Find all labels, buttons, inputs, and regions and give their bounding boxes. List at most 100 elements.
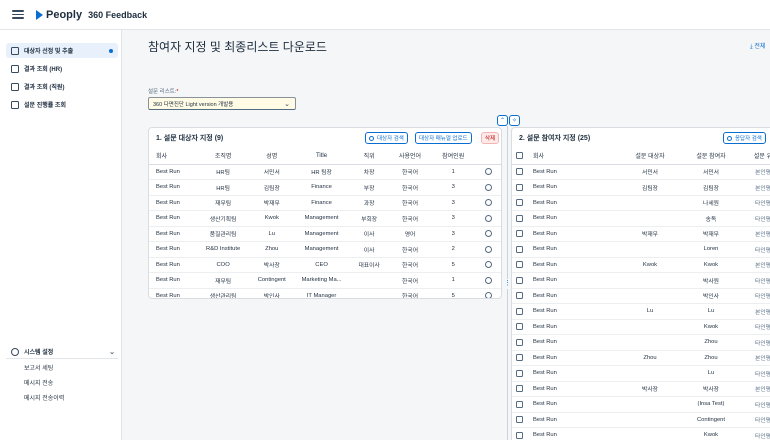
splitter-grip-icon[interactable]: ⋮⋮ (504, 279, 518, 289)
row-checkbox[interactable] (515, 385, 523, 393)
sidebar-subitem-send-message[interactable]: 메시지 전송 (24, 378, 53, 387)
table-row[interactable]: Best Run 박인사 타인평 (512, 288, 770, 304)
table-row[interactable]: Best Run 재무팀 박재무 Finance 과장 한국어 3 (149, 195, 501, 211)
column-header[interactable] (474, 148, 501, 165)
table-row[interactable]: Best Run HR팀 김팀장 Finance 부장 한국어 3 (149, 179, 501, 196)
table-cell: 한국어 (387, 272, 433, 289)
table-row[interactable]: Best Run 김팀장 김팀장 본인평 (512, 179, 770, 196)
row-checkbox[interactable] (515, 245, 523, 253)
column-header[interactable]: 조직명 (195, 148, 251, 165)
row-checkbox[interactable] (515, 431, 523, 439)
table-row[interactable]: Best Run HR팀 서민서 HR 팀장 차장 한국어 1 (149, 164, 501, 180)
table-row[interactable]: Best Run Kwok 타인평 (512, 319, 770, 335)
row-checkbox[interactable] (515, 416, 523, 424)
row-checkbox[interactable] (515, 292, 523, 300)
row-checkbox[interactable] (515, 369, 523, 377)
table-row[interactable]: Best Run Contingent 타인평 (512, 412, 770, 428)
row-checkbox[interactable] (515, 230, 523, 238)
app-title: 360 Feedback (88, 9, 148, 20)
button-label: 대상자 검색 (377, 136, 404, 142)
column-header[interactable]: 설문 참여자 (678, 148, 744, 165)
table-row[interactable]: Best Run Kwok 타인평 (512, 427, 770, 440)
row-checkbox[interactable] (515, 168, 523, 176)
survey-select[interactable]: 360 다면진단 Light version 개발용 ⌄ (148, 97, 296, 110)
table-cell: 품질관리팀 (195, 226, 251, 242)
sidebar-item-system-settings[interactable]: 시스템 설정 ⌄ (11, 347, 115, 356)
row-radio[interactable] (485, 276, 493, 284)
table-row[interactable]: Best Run 박사원 타인평 (512, 272, 770, 289)
table-row[interactable]: Best Run Loren 타인평 (512, 241, 770, 258)
sidebar-item-results-employee[interactable]: 결과 조회 (직원) (6, 79, 118, 94)
row-radio[interactable] (485, 214, 493, 222)
row-checkbox[interactable] (515, 199, 523, 207)
row-radio[interactable] (485, 183, 493, 191)
select-all-checkbox[interactable] (515, 152, 523, 160)
column-header[interactable]: 성명 (250, 148, 293, 165)
delete-button[interactable]: 삭제 (481, 132, 500, 144)
row-checkbox[interactable] (515, 307, 523, 315)
table-row[interactable]: Best Run 서민서 서민서 본인평 (512, 164, 770, 180)
row-checkbox[interactable] (515, 400, 523, 408)
row-radio[interactable] (485, 292, 493, 298)
sidebar-item-results-hr[interactable]: 결과 조회 (HR) (6, 61, 118, 76)
sidebar-subitem-report-settings[interactable]: 보고서 세팅 (24, 363, 53, 372)
table-row[interactable]: Best Run 나세원 타인평 (512, 195, 770, 211)
row-radio[interactable] (485, 168, 493, 176)
column-header[interactable]: 설문 유 (744, 148, 770, 165)
table-cell: R&D Institute (195, 241, 251, 258)
table-row[interactable]: Best Run 품질관리팀 Lu Management 이사 영어 3 (149, 226, 501, 242)
row-radio[interactable] (485, 245, 493, 253)
sidebar-item-progress[interactable]: 설문 진행률 조회 (6, 97, 118, 112)
row-radio[interactable] (485, 199, 493, 207)
row-checkbox[interactable] (515, 323, 523, 331)
row-checkbox[interactable] (515, 276, 523, 284)
table-row[interactable]: Best Run 생산관리팀 박인사 IT Manager 한국어 5 (149, 288, 501, 298)
table-row[interactable]: Best Run 재무팀 Contingent Marketing Ma... 한국어 1 (149, 272, 501, 289)
table-row[interactable]: Best Run (Insa Test) 타인평 (512, 396, 770, 413)
table-row[interactable]: Best Run Lu Lu 본인평 (512, 303, 770, 320)
row-checkbox[interactable] (515, 214, 523, 222)
table-cell: 서민서 (622, 164, 678, 180)
row-radio[interactable] (485, 230, 493, 238)
row-select-cell (512, 427, 526, 440)
table-row[interactable]: Best Run 박재무 박재무 본인평 (512, 226, 770, 242)
respondent-search-button[interactable]: 응답자 검색 (723, 132, 766, 144)
row-checkbox[interactable] (515, 354, 523, 362)
table-row[interactable]: Best Run Kwok Kwok 본인평 (512, 257, 770, 273)
clock-icon (11, 100, 19, 109)
manual-upload-button[interactable]: 대상자 매뉴얼 업로드 (415, 132, 472, 144)
table-row[interactable]: Best Run 생산기획팀 Kwok Management 부회장 한국어 3 (149, 210, 501, 227)
download-all-button[interactable]: ⤓ 전체 (750, 41, 765, 51)
row-select-cell (512, 288, 526, 304)
column-header[interactable]: Title (292, 148, 351, 165)
table-row[interactable]: Best Run R&D Institute Zhou Management 이사 한국어… (149, 241, 501, 258)
chevron-down-icon[interactable]: ⌄ (109, 348, 115, 356)
target-search-button[interactable]: 대상자 검색 (365, 132, 408, 144)
table-row[interactable]: Best Run 박사장 박사장 본인평 (512, 381, 770, 397)
column-header[interactable]: 직위 (350, 148, 388, 165)
sidebar-item-target-selection[interactable]: 대상자 선정 및 추출 (6, 43, 118, 58)
table-cell: 타인평 (744, 272, 770, 289)
column-header[interactable]: 설문 대상자 (622, 148, 678, 165)
column-header[interactable]: 사용언어 (387, 148, 433, 165)
table-row[interactable]: Best Run COO 박사장 CEO 대표이사 한국어 5 (149, 257, 501, 273)
row-checkbox[interactable] (515, 338, 523, 346)
row-select-cell (512, 319, 526, 335)
column-header[interactable]: 회사 (149, 148, 196, 165)
row-radio[interactable] (485, 261, 493, 269)
table-row[interactable]: Best Run Lu 타인평 (512, 365, 770, 382)
table-cell: 박사장 (678, 381, 744, 397)
table-row[interactable]: Best Run Zhou Zhou 본인평 (512, 350, 770, 366)
column-header[interactable]: 회사 (526, 148, 622, 165)
sidebar-subitem-message-history[interactable]: 메시지 전송이력 (24, 393, 64, 402)
row-checkbox[interactable] (515, 261, 523, 269)
row-select-cell (512, 396, 526, 413)
collapse-header-button[interactable]: ⌃ (497, 115, 508, 126)
row-checkbox[interactable] (515, 183, 523, 191)
table-row[interactable]: Best Run 송독 타인평 (512, 210, 770, 227)
column-header[interactable]: 참여인원 (432, 148, 475, 165)
menu-icon[interactable] (12, 10, 24, 19)
table-row[interactable]: Best Run Zhou 타인평 (512, 334, 770, 351)
table-cell: Best Run (526, 195, 622, 211)
pin-header-button[interactable]: ✧ (509, 115, 520, 126)
